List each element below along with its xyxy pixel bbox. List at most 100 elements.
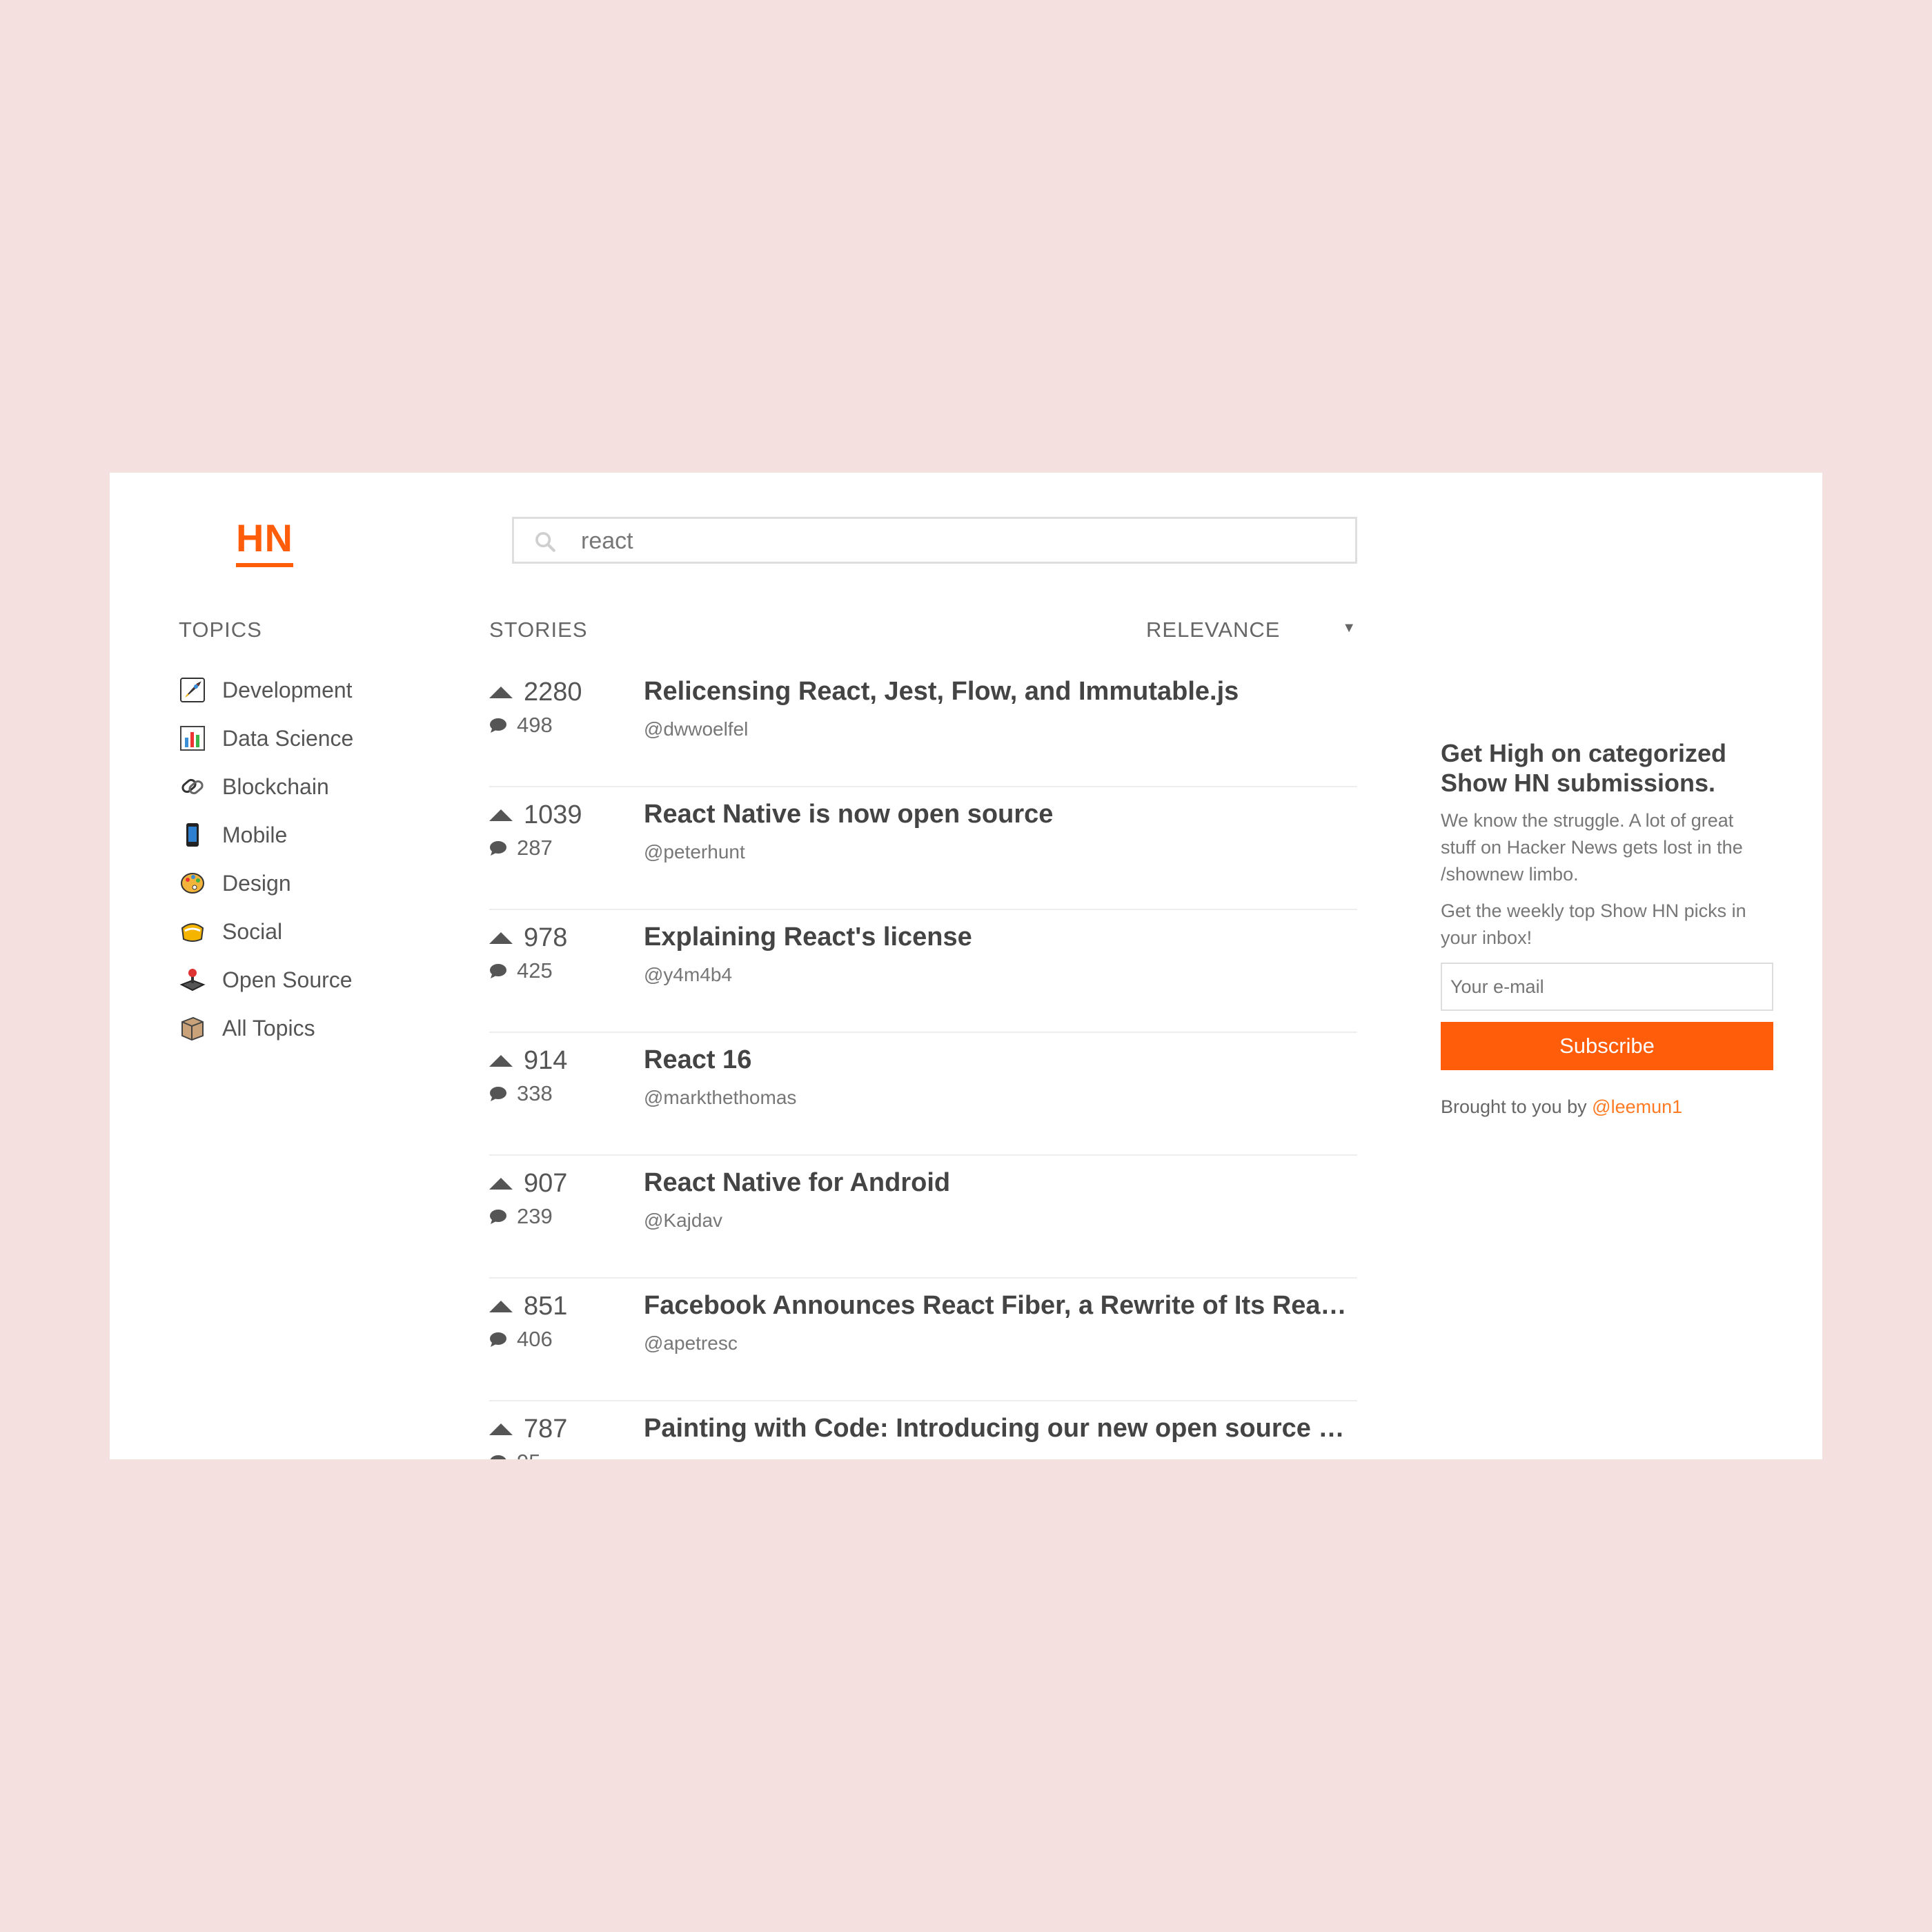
story-row: 2280 498 Relicensing React, Jest, Flow, … bbox=[489, 664, 1357, 787]
newsletter-title: Get High on categorized Show HN submissi… bbox=[1441, 739, 1727, 797]
comments-link[interactable]: 95 bbox=[489, 1450, 540, 1459]
story-title[interactable]: Facebook Announces React Fiber, a Rewrit… bbox=[644, 1291, 1348, 1321]
story-row: 914 338 React 16 @markthethomas bbox=[489, 1033, 1357, 1156]
comment-count: 95 bbox=[517, 1450, 540, 1459]
joystick-icon bbox=[179, 966, 206, 994]
story-author[interactable]: @apetresc bbox=[644, 1332, 738, 1354]
story-author[interactable]: @dwwoelfel bbox=[644, 718, 748, 740]
upvote-icon bbox=[489, 932, 513, 944]
story-title[interactable]: React 16 bbox=[644, 1045, 1348, 1075]
comment-icon bbox=[490, 964, 506, 978]
upvote-button[interactable]: 907 bbox=[489, 1168, 567, 1199]
story-author[interactable]: @peterhunt bbox=[644, 841, 745, 863]
sidebar-item-blockchain[interactable]: Blockchain bbox=[179, 769, 329, 804]
comment-count: 287 bbox=[517, 836, 553, 860]
sidebar-item-social[interactable]: Social bbox=[179, 914, 282, 949]
sidebar-item-all-topics[interactable]: All Topics bbox=[179, 1011, 315, 1045]
credit-prefix: Brought to you by bbox=[1441, 1096, 1587, 1117]
comment-count: 498 bbox=[517, 713, 553, 737]
upvote-button[interactable]: 2280 bbox=[489, 677, 582, 707]
comments-link[interactable]: 338 bbox=[489, 1081, 553, 1106]
comment-icon bbox=[490, 1332, 506, 1347]
story-author[interactable]: @Kajdav bbox=[644, 1210, 722, 1232]
rocket-icon bbox=[179, 676, 206, 704]
story-row: 787 95 Painting with Code: Introducing o… bbox=[489, 1401, 1357, 1459]
search-icon bbox=[535, 532, 555, 552]
upvote-button[interactable]: 787 bbox=[489, 1414, 567, 1444]
comment-count: 338 bbox=[517, 1081, 553, 1105]
vote-count: 2280 bbox=[524, 677, 582, 707]
hn-logo[interactable]: HN bbox=[236, 518, 293, 567]
credit-line: Brought to you by @leemun1 bbox=[1441, 1096, 1773, 1118]
sidebar-item-mobile[interactable]: Mobile bbox=[179, 818, 287, 852]
comments-link[interactable]: 287 bbox=[489, 836, 553, 860]
sidebar-item-label: Design bbox=[222, 870, 291, 896]
story-author[interactable]: @y4m4b4 bbox=[644, 964, 732, 986]
comment-icon bbox=[490, 841, 506, 856]
story-row: 978 425 Explaining React's license @y4m4… bbox=[489, 910, 1357, 1033]
upvote-button[interactable]: 851 bbox=[489, 1291, 567, 1321]
comment-icon bbox=[490, 1455, 506, 1459]
stories-heading: STORIES bbox=[489, 618, 588, 642]
sidebar-item-label: Open Source bbox=[222, 967, 353, 992]
sort-label: RELEVANCE bbox=[1146, 618, 1281, 642]
story-title[interactable]: Explaining React's license bbox=[644, 923, 1348, 952]
comment-icon bbox=[490, 1087, 506, 1101]
chain-link-icon bbox=[179, 773, 206, 800]
sidebar-item-development[interactable]: Development bbox=[179, 673, 353, 707]
sidebar-item-label: Data Science bbox=[222, 725, 354, 751]
comments-link[interactable]: 239 bbox=[489, 1204, 553, 1229]
story-title[interactable]: Relicensing React, Jest, Flow, and Immut… bbox=[644, 677, 1348, 707]
sidebar-item-data-science[interactable]: Data Science bbox=[179, 721, 353, 756]
bar-chart-icon bbox=[179, 724, 206, 752]
sidebar-item-design[interactable]: Design bbox=[179, 866, 291, 900]
comments-link[interactable]: 498 bbox=[489, 713, 553, 738]
upvote-icon bbox=[489, 1178, 513, 1190]
mobile-phone-icon bbox=[179, 821, 206, 849]
search-input[interactable] bbox=[580, 519, 1341, 563]
upvote-icon bbox=[489, 1055, 513, 1067]
comment-count: 425 bbox=[517, 958, 553, 983]
comment-icon bbox=[490, 1210, 506, 1224]
newsletter-panel: Get High on categorized Show HN submissi… bbox=[1441, 738, 1773, 1118]
vote-count: 907 bbox=[524, 1168, 568, 1198]
upvote-button[interactable]: 978 bbox=[489, 923, 567, 953]
comments-link[interactable]: 406 bbox=[489, 1327, 553, 1352]
sidebar-item-open-source[interactable]: Open Source bbox=[179, 963, 353, 997]
sidebar-item-label: All Topics bbox=[222, 1015, 315, 1041]
sort-dropdown[interactable]: RELEVANCE ▼ bbox=[1146, 618, 1357, 645]
story-row: 907 239 React Native for Android @Kajdav bbox=[489, 1156, 1357, 1279]
upvote-button[interactable]: 914 bbox=[489, 1045, 567, 1076]
story-title[interactable]: React Native is now open source bbox=[644, 800, 1348, 829]
search-box[interactable] bbox=[512, 517, 1357, 564]
comment-icon bbox=[490, 718, 506, 733]
upvote-icon bbox=[489, 687, 513, 698]
story-author[interactable]: @markthethomas bbox=[644, 1087, 796, 1109]
vote-count: 978 bbox=[524, 923, 568, 952]
newsletter-text: We know the struggle. A lot of great stu… bbox=[1441, 810, 1743, 885]
sidebar-item-label: Social bbox=[222, 918, 283, 944]
comment-count: 239 bbox=[517, 1204, 553, 1228]
box-icon bbox=[179, 1014, 206, 1042]
story-title[interactable]: Painting with Code: Introducing our new … bbox=[644, 1414, 1348, 1443]
sidebar-item-label: Mobile bbox=[222, 822, 288, 847]
subscribe-button[interactable]: Subscribe bbox=[1441, 1022, 1773, 1070]
social-icon bbox=[179, 918, 206, 945]
story-row: 851 406 Facebook Announces React Fiber, … bbox=[489, 1279, 1357, 1401]
credit-author-link[interactable]: @leemun1 bbox=[1592, 1096, 1682, 1117]
vote-count: 914 bbox=[524, 1045, 568, 1075]
main-card: HN TOPICS Development bbox=[110, 473, 1822, 1459]
story-row: 1039 287 React Native is now open source… bbox=[489, 787, 1357, 910]
email-field[interactable] bbox=[1441, 963, 1773, 1011]
upvote-button[interactable]: 1039 bbox=[489, 800, 582, 830]
upvote-icon bbox=[489, 1301, 513, 1312]
sidebar-item-label: Blockchain bbox=[222, 773, 329, 799]
upvote-icon bbox=[489, 1423, 513, 1435]
vote-count: 851 bbox=[524, 1291, 568, 1321]
story-title[interactable]: React Native for Android bbox=[644, 1168, 1348, 1198]
topics-heading: TOPICS bbox=[179, 618, 262, 642]
vote-count: 1039 bbox=[524, 800, 582, 829]
upvote-icon bbox=[489, 809, 513, 821]
caret-down-icon: ▼ bbox=[1342, 620, 1357, 635]
comments-link[interactable]: 425 bbox=[489, 958, 553, 983]
